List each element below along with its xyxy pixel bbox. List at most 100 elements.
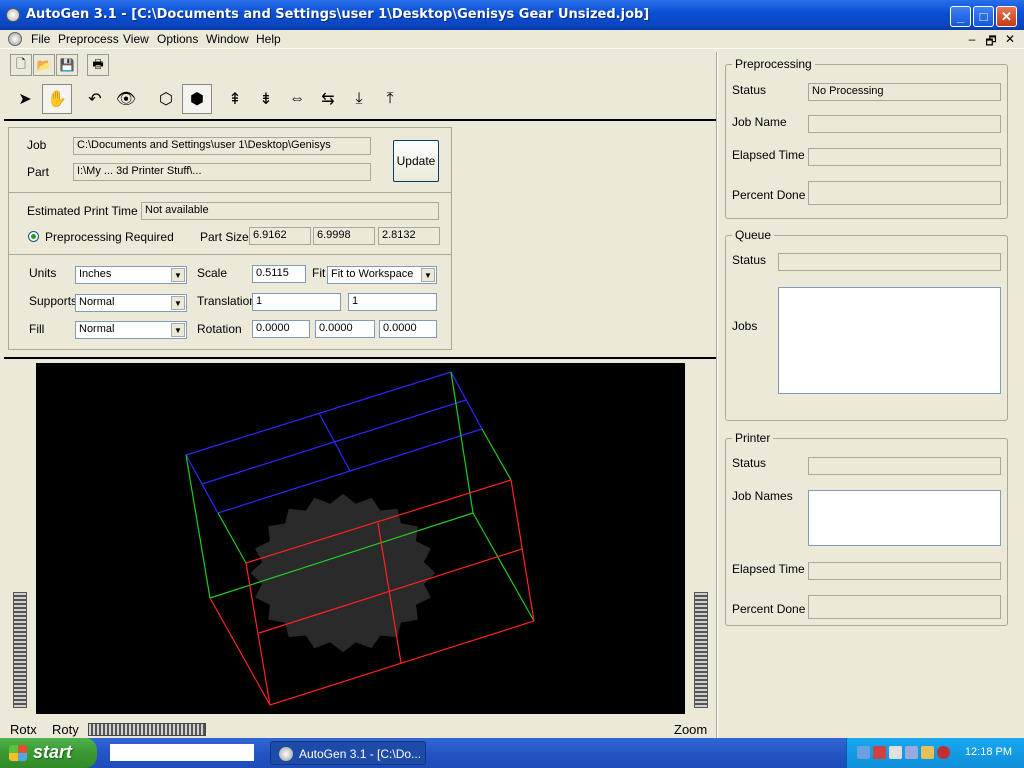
roty-slider[interactable] [88, 723, 206, 736]
print-icon[interactable]: 🖶 [87, 54, 109, 76]
dropdown-arrow-icon[interactable]: ▼ [171, 323, 185, 337]
fill-label: Fill [29, 322, 45, 336]
taskbar: start AutoGen 3.1 - [C:\Do... 12:18 PM [0, 738, 1024, 768]
maximize-button[interactable]: □ [973, 6, 994, 27]
move-left-right-icon[interactable]: ⇔ [282, 84, 312, 114]
dropdown-arrow-icon[interactable]: ▼ [171, 268, 185, 282]
minimize-button[interactable]: _ [950, 6, 971, 27]
queue-group: Queue Status Jobs [725, 228, 1008, 421]
wireframe-scene [185, 371, 535, 706]
job-names-label: Job Names [732, 489, 793, 503]
new-file-icon[interactable]: 🗋 [10, 54, 32, 76]
move-lower-icon[interactable]: ⤓ [344, 84, 374, 114]
units-select[interactable]: Inches ▼ [75, 266, 187, 284]
pan-hand-icon[interactable]: ✋ [42, 84, 72, 114]
move-up-icon[interactable]: ⇞ [220, 84, 250, 114]
window-title: AutoGen 3.1 - [C:\Documents and Settings… [26, 7, 650, 22]
title-bar: AutoGen 3.1 - [C:\Documents and Settings… [0, 0, 1024, 30]
elapsed-time-field [808, 148, 1001, 166]
rotx-slider[interactable] [13, 592, 27, 708]
menu-options[interactable]: Options [157, 32, 198, 46]
rotate-view-icon[interactable]: ↶ [80, 84, 110, 114]
solid-view-icon[interactable]: ⬡ [151, 84, 181, 114]
network-icon[interactable] [857, 746, 870, 759]
update-icon[interactable] [937, 746, 950, 759]
queue-title: Queue [732, 228, 775, 242]
scale-input[interactable]: 0.5115 [252, 265, 306, 283]
menu-file[interactable]: File [31, 32, 50, 46]
jobs-label: Jobs [732, 319, 758, 333]
move-down-icon[interactable]: ⇟ [251, 84, 281, 114]
rotation-x-input[interactable]: 0.0000 [252, 320, 310, 338]
panel-divider [9, 254, 451, 255]
preprocessing-status-field: No Processing [808, 83, 1001, 101]
job-names-list[interactable] [808, 490, 1001, 546]
clock[interactable]: 12:18 PM [965, 746, 1012, 758]
job-name-label: Job Name [732, 115, 787, 129]
update-button[interactable]: Update [393, 140, 439, 182]
estimated-time-label: Estimated Print Time [27, 204, 138, 218]
save-icon[interactable]: 💾 [56, 54, 78, 76]
estimated-time-field: Not available [141, 202, 439, 220]
menu-window[interactable]: Window [206, 32, 249, 46]
preprocessing-radio[interactable] [28, 231, 39, 242]
queue-status-field [778, 253, 1001, 271]
preprocessing-group: Preprocessing Status No Processing Job N… [725, 57, 1008, 219]
scale-label: Scale [197, 266, 228, 280]
preprocessing-title: Preprocessing [732, 57, 815, 71]
job-path-field[interactable]: C:\Documents and Settings\user 1\Desktop… [73, 137, 371, 155]
translation-x-input[interactable]: 1 [252, 293, 341, 311]
move-in-icon[interactable]: ⇆ [313, 84, 343, 114]
translation-y-input[interactable]: 1 [348, 293, 437, 311]
menu-view[interactable]: View [123, 32, 149, 46]
move-raise-icon[interactable]: ⤒ [375, 84, 405, 114]
menu-preprocess[interactable]: Preprocess [58, 32, 119, 46]
firewall-icon[interactable] [873, 746, 886, 759]
units-label: Units [29, 266, 57, 280]
zoom-label: Zoom [674, 722, 708, 737]
panel-divider [9, 192, 451, 193]
part-path-field[interactable]: I:\My ... 3d Printer Stuff\... [73, 163, 371, 181]
menu-help[interactable]: Help [256, 32, 281, 46]
printer-status-label: Status [732, 456, 767, 470]
3d-viewport[interactable] [36, 363, 685, 714]
app-icon[interactable] [6, 8, 20, 22]
fit-select[interactable]: Fit to Workspace ▼ [327, 266, 437, 284]
rotation-z-input[interactable]: 0.0000 [379, 320, 437, 338]
dropdown-arrow-icon[interactable]: ▼ [171, 296, 185, 310]
roty-label: Roty [52, 722, 79, 737]
dropdown-arrow-icon[interactable]: ▼ [421, 268, 435, 282]
mdi-restore-button[interactable]: 🗗 [984, 32, 998, 53]
security-icon[interactable] [889, 746, 902, 759]
taskbar-item-autogen[interactable]: AutoGen 3.1 - [C:\Do... [270, 741, 426, 765]
document-icon[interactable] [8, 32, 22, 46]
system-tray: 12:18 PM [846, 738, 1024, 768]
rotation-y-input[interactable]: 0.0000 [315, 320, 375, 338]
mdi-close-button[interactable]: ✕ [1003, 32, 1017, 46]
volume-icon[interactable] [921, 746, 934, 759]
start-label: start [33, 742, 73, 762]
supports-select[interactable]: Normal ▼ [75, 294, 187, 312]
zoom-slider[interactable] [694, 592, 708, 708]
windows-flag-icon [9, 745, 27, 761]
select-pointer-icon[interactable]: ➤ [10, 84, 40, 114]
job-name-field [808, 115, 1001, 133]
fit-value: Fit to Workspace [331, 268, 414, 280]
preprocessing-status-label: Status [732, 83, 767, 97]
rotation-label: Rotation [197, 322, 242, 336]
monitor-icon[interactable] [905, 746, 918, 759]
start-button[interactable]: start [0, 738, 97, 768]
separator [4, 119, 716, 121]
fill-select[interactable]: Normal ▼ [75, 321, 187, 339]
top-face [185, 371, 483, 514]
printer-group: Printer Status Job Names Elapsed Time Pe… [725, 431, 1008, 626]
wireframe-view-icon[interactable]: ⬢ [182, 84, 212, 114]
eye-view-icon[interactable]: 👁 [111, 84, 141, 114]
jobs-list[interactable] [778, 287, 1001, 394]
app-icon [279, 747, 293, 761]
splitter[interactable] [716, 52, 718, 738]
close-button[interactable]: ✕ [996, 6, 1017, 27]
mdi-minimize-button[interactable]: – [965, 32, 979, 46]
open-folder-icon[interactable]: 📂 [33, 54, 55, 76]
quick-launch-area[interactable] [110, 744, 254, 761]
